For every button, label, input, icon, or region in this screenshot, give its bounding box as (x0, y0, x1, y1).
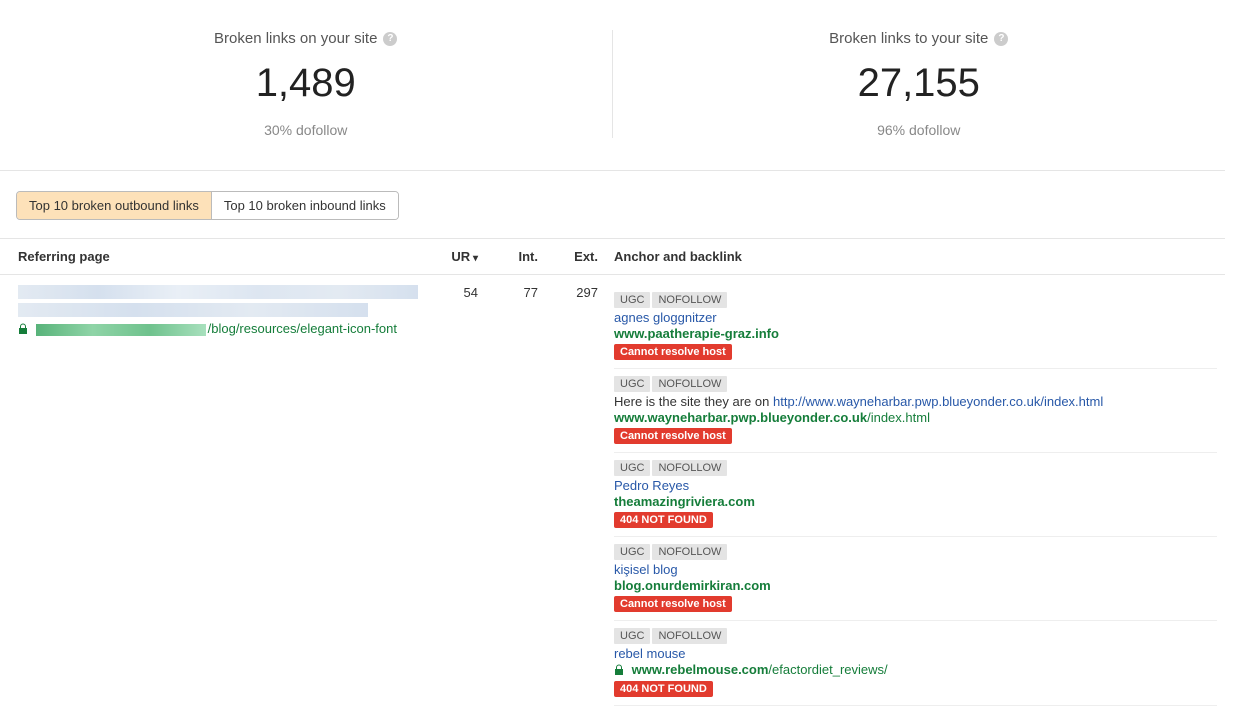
error-badge: 404 NOT FOUND (614, 512, 713, 528)
ugc-badge: UGC (614, 376, 650, 392)
nofollow-badge: NOFOLLOW (652, 544, 727, 560)
error-badge: Cannot resolve host (614, 428, 732, 444)
backlink-url[interactable]: www.rebelmouse.com/efactordiet_reviews/ (614, 662, 1217, 678)
backlink-url[interactable]: www.paatherapie-graz.info (614, 326, 1217, 341)
nofollow-badge: NOFOLLOW (652, 292, 727, 308)
lock-icon (18, 323, 28, 337)
backlink-item: UGCNOFOLLOW agnes gloggnitzerwww.paathera… (614, 285, 1217, 369)
backlink-item: UGCNOFOLLOW Here is the site they are on … (614, 369, 1217, 453)
nofollow-badge: NOFOLLOW (652, 376, 727, 392)
backlink-item: UGCNOFOLLOW kişisel blogblog.onurdemirkir… (614, 537, 1217, 621)
referring-path: /blog/resources/elegant-icon-font (208, 321, 397, 336)
redacted-title (18, 285, 418, 299)
nofollow-badge: NOFOLLOW (652, 460, 727, 476)
stat-title: Broken links on your site (214, 30, 377, 47)
ext-value: 297 (546, 275, 606, 716)
stat-broken-on-site: Broken links on your site ? 1,489 30% do… (0, 30, 613, 138)
redacted-domain (36, 324, 206, 336)
backlink-url[interactable]: www.wayneharbar.pwp.blueyonder.co.uk/ind… (614, 410, 1217, 425)
col-anchor-backlink[interactable]: Anchor and backlink (606, 239, 1225, 275)
error-badge: Cannot resolve host (614, 344, 732, 360)
ur-value: 54 (426, 275, 486, 716)
stats-row: Broken links on your site ? 1,489 30% do… (0, 0, 1225, 171)
ugc-badge: UGC (614, 292, 650, 308)
int-value: 77 (486, 275, 546, 716)
backlink-item: UGCNOFOLLOW rebel mouse www.rebelmouse.co… (614, 621, 1217, 706)
error-badge: Cannot resolve host (614, 596, 732, 612)
backlink-url[interactable]: blog.onurdemirkiran.com (614, 578, 1217, 593)
tabs: Top 10 broken outbound links Top 10 brok… (0, 171, 1225, 220)
col-referring-page[interactable]: Referring page (0, 239, 426, 275)
referring-url[interactable]: /blog/resources/elegant-icon-font (18, 321, 418, 337)
backlink-item: UGCNOFOLLOW Pedro Reyestheamazingriviera.… (614, 453, 1217, 537)
stat-sub: 96% dofollow (613, 122, 1226, 138)
tab-inbound[interactable]: Top 10 broken inbound links (211, 192, 398, 219)
ugc-badge: UGC (614, 628, 650, 644)
help-icon[interactable]: ? (994, 32, 1008, 46)
table-row: /blog/resources/elegant-icon-font 54 77 … (0, 275, 1225, 716)
help-icon[interactable]: ? (383, 32, 397, 46)
stat-sub: 30% dofollow (0, 122, 612, 138)
anchor-text[interactable]: Pedro Reyes (614, 478, 1217, 493)
anchor-text[interactable]: agnes gloggnitzer (614, 310, 1217, 325)
stat-title: Broken links to your site (829, 30, 988, 47)
ugc-badge: UGC (614, 460, 650, 476)
anchor-text[interactable]: kişisel blog (614, 562, 1217, 577)
stat-broken-to-site: Broken links to your site ? 27,155 96% d… (613, 30, 1226, 138)
stat-value: 1,489 (0, 61, 612, 106)
nofollow-badge: NOFOLLOW (652, 628, 727, 644)
stat-value: 27,155 (613, 61, 1226, 106)
col-ext[interactable]: Ext. (546, 239, 606, 275)
lock-icon (614, 664, 624, 678)
tab-outbound[interactable]: Top 10 broken outbound links (17, 192, 211, 219)
anchor-text[interactable]: Here is the site they are on http://www.… (614, 394, 1217, 409)
ugc-badge: UGC (614, 544, 650, 560)
backlink-url[interactable]: theamazingriviera.com (614, 494, 1217, 509)
redacted-title (18, 303, 368, 317)
col-int[interactable]: Int. (486, 239, 546, 275)
col-ur[interactable]: UR (426, 239, 486, 275)
anchor-text[interactable]: rebel mouse (614, 646, 1217, 661)
error-badge: 404 NOT FOUND (614, 681, 713, 697)
broken-links-table: Referring page UR Int. Ext. Anchor and b… (0, 238, 1225, 716)
